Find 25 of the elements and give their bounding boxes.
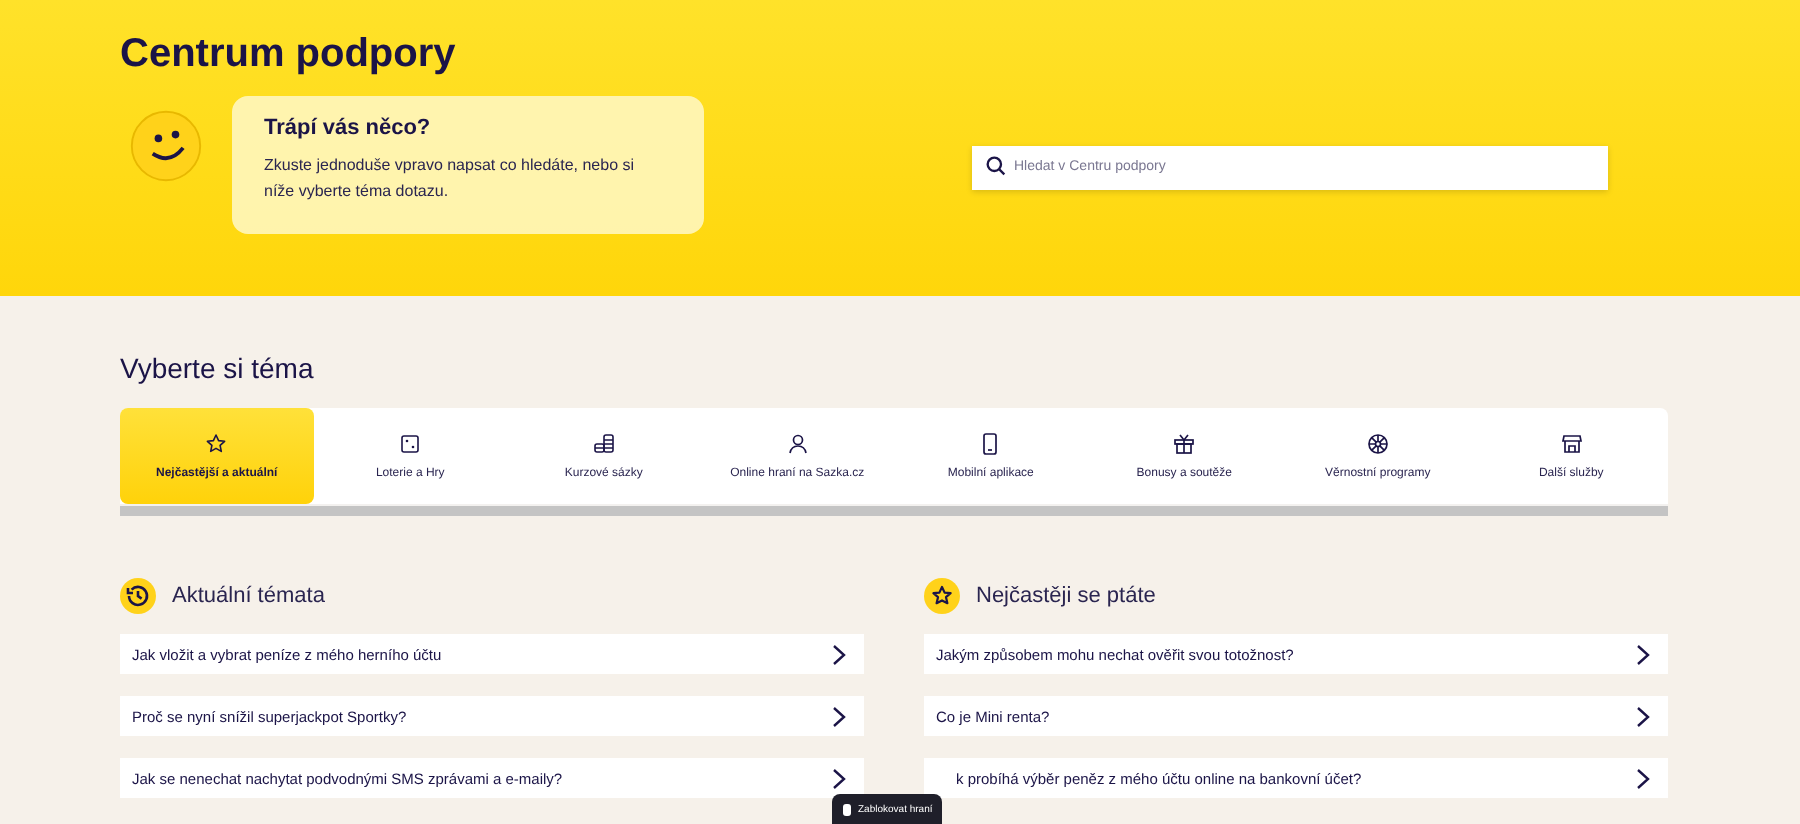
topic-icon — [785, 432, 810, 456]
chevron-right-icon — [1636, 705, 1652, 727]
smiley-icon — [128, 108, 204, 184]
section-heading: Vyberte si téma — [120, 352, 316, 384]
chevron-right-icon — [832, 767, 848, 789]
scrollbar[interactable] — [120, 504, 1668, 516]
topic-icon — [1172, 432, 1197, 456]
topic-icon — [398, 432, 423, 456]
bubble-heading: Trápí vás něco? — [264, 116, 433, 140]
search-icon — [986, 156, 1006, 176]
topic-icon — [1559, 432, 1584, 456]
section-heading: Nejčastěji se ptáte — [976, 584, 1156, 608]
bubble-text: Zkuste jednoduše vpravo napsat co hledáte, nebo si níže vyberte téma dotazu. — [264, 154, 637, 204]
chevron-right-icon — [832, 643, 848, 665]
hand-icon — [842, 802, 852, 816]
topic-icon — [204, 432, 229, 456]
chevron-right-icon — [832, 705, 848, 727]
topic-icon — [1365, 432, 1390, 456]
chevron-right-icon — [1636, 643, 1652, 665]
topic-icon — [591, 432, 616, 456]
topic-icon — [978, 432, 1003, 456]
history-icon — [120, 578, 156, 614]
chevron-right-icon — [1636, 767, 1652, 789]
page-title: Centrum podpory — [120, 32, 458, 80]
section-heading: Aktuální témata — [172, 584, 325, 608]
